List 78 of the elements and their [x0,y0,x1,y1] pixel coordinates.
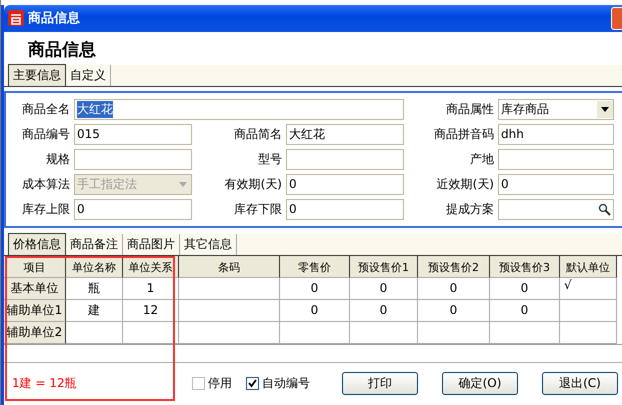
input-field[interactable]: 0 [498,174,614,195]
table-cell: 瓶 [66,278,123,300]
row-header: 辅助单位2 [4,322,66,344]
table-cell: 0 [350,300,418,322]
field-label: 产地 [469,150,494,168]
input-field[interactable]: 大红花 [74,98,404,120]
input-field[interactable]: 大红花 [286,124,404,145]
app-icon [8,10,24,26]
input-field[interactable] [498,198,614,220]
tab[interactable]: 价格信息 [8,232,66,255]
input-field[interactable]: dhh [498,124,614,145]
table-cell: 1 [123,278,179,300]
field-label: 商品编号 [21,126,70,143]
table-cell: 0 [490,278,560,300]
input-field[interactable]: 0 [74,198,192,220]
input-field[interactable]: 015 [74,124,192,145]
tab[interactable]: 自定义 [66,64,111,86]
column-header: 预设售价2 [418,256,490,278]
dropdown-field[interactable]: 库存商品 [498,98,614,120]
field-label: 库存上限 [21,200,70,218]
table-cell: 0 [490,300,560,322]
caret-icon [179,182,187,187]
field-label: 成本算法 [21,176,70,193]
input-field[interactable] [498,148,614,170]
table-cell: 0 [280,300,350,322]
column-header: 预设售价1 [350,256,418,278]
dialog-button[interactable]: 确定(O) [442,372,518,396]
field-label: 提成方案 [445,200,494,218]
field-label: 商品拼音码 [433,126,494,143]
close-button[interactable] [611,6,622,30]
tab[interactable]: 商品备注 [66,234,123,255]
table-cell: 0 [418,300,490,322]
table-cell [66,322,123,344]
table-cell [123,322,179,344]
table-cell [560,300,617,322]
row-header: 基本单位 [4,278,66,300]
checkbox[interactable] [246,377,259,390]
column-header: 零售价 [280,256,350,278]
table-cell: 0 [350,278,418,300]
column-header: 默认单位 [560,256,617,278]
table-cell [350,322,418,344]
checkbox[interactable] [192,377,205,390]
search-icon [598,202,611,216]
page-heading: 商品信息 [27,38,97,62]
table-cell: √ [560,278,617,300]
field-label: 近效期(天) [436,176,494,193]
dialog-button[interactable]: 退出(C) [542,372,618,396]
table-cell [490,322,560,344]
field-label: 型号 [257,150,282,168]
field-label: 有效期(天) [224,176,282,193]
tab[interactable]: 商品图片 [123,234,180,255]
table-cell: 12 [123,300,179,322]
window-title: 商品信息 [28,10,80,28]
column-header: 条码 [179,256,280,278]
table-cell [418,322,490,344]
field-label: 库存下限 [233,200,282,218]
table-cell: 建 [66,300,123,322]
table-cell: 0 [418,278,490,300]
input-field[interactable] [286,148,404,170]
input-field[interactable]: 0 [286,174,404,195]
table-cell [560,322,617,344]
dialog-button[interactable]: 打印 [342,372,418,396]
field-label: 商品全名 [21,100,70,118]
tab[interactable]: 主要信息 [8,64,66,86]
checkbox-label: 自动编号 [262,375,310,392]
column-header: 预设售价3 [490,256,560,278]
note-text: 1建 = 12瓶 [12,375,77,392]
table-cell: 0 [280,278,350,300]
row-header: 辅助单位1 [4,300,66,322]
checkbox-label: 停用 [208,375,232,392]
field-label: 商品属性 [445,100,494,118]
caret-icon [601,106,609,112]
input-field[interactable] [74,148,192,170]
field-label: 商品简名 [233,126,282,143]
field-label: 规格 [45,150,70,168]
tab[interactable]: 其它信息 [180,234,237,255]
table-cell [280,322,350,344]
input-field[interactable]: 0 [286,198,404,220]
